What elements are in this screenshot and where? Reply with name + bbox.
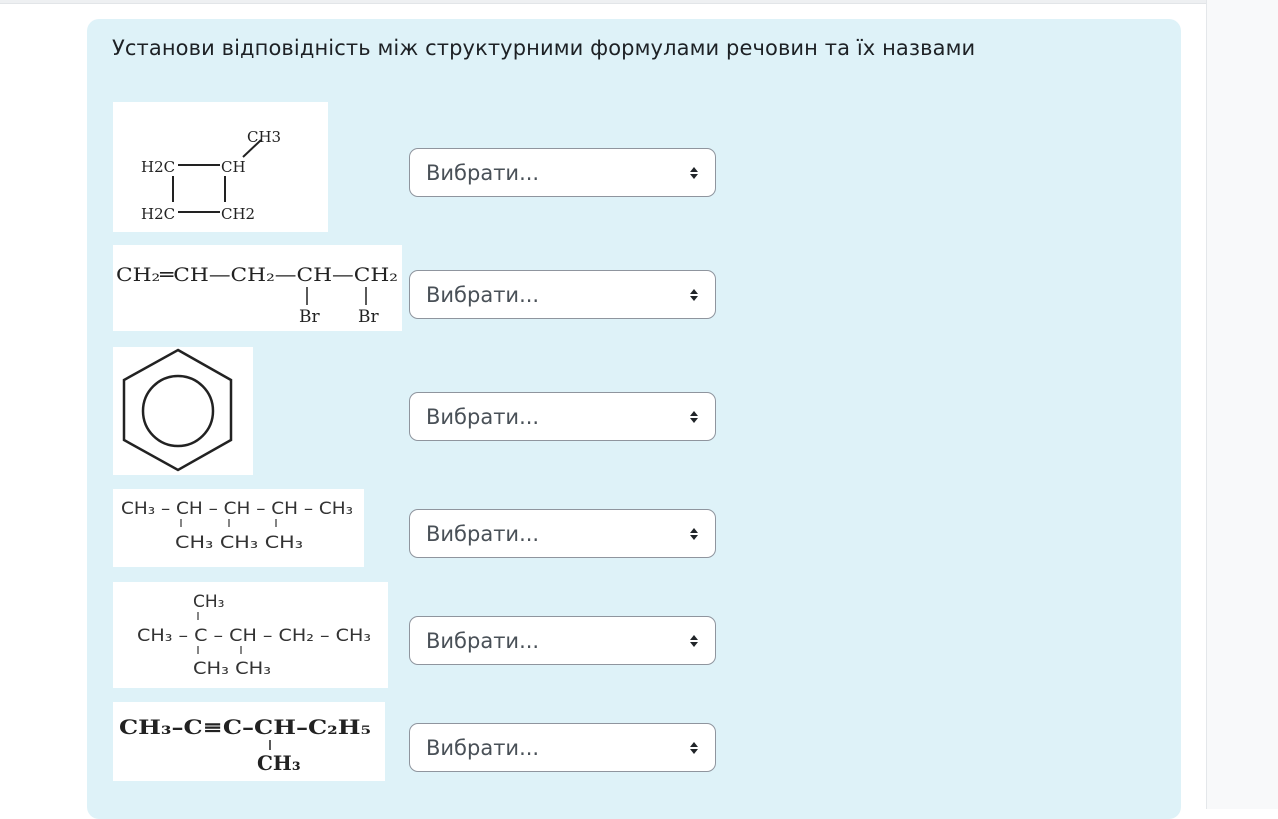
formula-4-main-chain: CH₃ – CH – CH – CH – CH₃ [121, 499, 353, 519]
formula-2-br-2: Br [358, 307, 379, 327]
select-arrows-icon [689, 741, 699, 754]
formula-1-ch2: CH2 [221, 205, 255, 223]
select-arrows-icon [689, 634, 699, 647]
formula-image-6: CH₃–C≡C–CH–C₂H₅ CH₃ [113, 702, 385, 781]
formula-image-3 [113, 347, 253, 475]
select-value: Вибрати... [426, 628, 540, 653]
answer-select-5[interactable]: Вибрати... [409, 616, 716, 665]
select-value: Вибрати... [426, 735, 540, 760]
formula-4-substituents: CH₃ CH₃ CH₃ [175, 533, 303, 553]
formula-2-chain: CH₂═CH—CH₂—CH—CH₂ [116, 264, 398, 286]
right-drawer [1206, 0, 1278, 809]
answer-select-3[interactable]: Вибрати... [409, 392, 716, 441]
formula-1-ch3: CH3 [247, 128, 281, 146]
select-arrows-icon [689, 288, 699, 301]
select-value: Вибрати... [426, 282, 540, 307]
formula-2-br-1: Br [299, 307, 320, 327]
answer-select-4[interactable]: Вибрати... [409, 509, 716, 558]
formula-6-methyl: CH₃ [257, 751, 301, 775]
formula-6-main-chain: CH₃–C≡C–CH–C₂H₅ [119, 715, 371, 739]
formula-image-4: CH₃ – CH – CH – CH – CH₃ CH₃ CH₃ CH₃ [113, 489, 364, 567]
formula-1-h2c-top: H2C [141, 158, 175, 176]
formula-image-1: CH3 H2C CH H2C CH2 [113, 102, 328, 232]
formula-1-h2c-bottom: H2C [141, 205, 175, 223]
answer-select-2[interactable]: Вибрати... [409, 270, 716, 319]
formula-5-top-methyl: CH₃ [193, 592, 224, 612]
select-value: Вибрати... [426, 521, 540, 546]
answer-select-6[interactable]: Вибрати... [409, 723, 716, 772]
select-value: Вибрати... [426, 404, 540, 429]
formula-5-main-chain: CH₃ – C – CH – CH₂ – CH₃ [137, 626, 371, 646]
formula-1-ch: CH [221, 158, 246, 176]
select-arrows-icon [689, 410, 699, 423]
formula-5-substituents: CH₃ CH₃ [193, 659, 271, 679]
formula-image-2: CH₂═CH—CH₂—CH—CH₂ Br Br [113, 245, 402, 331]
formula-image-5: CH₃ CH₃ – C – CH – CH₂ – CH₃ CH₃ CH₃ [113, 582, 388, 688]
answer-select-1[interactable]: Вибрати... [409, 148, 716, 197]
top-bar [0, 0, 1206, 4]
question-prompt: Установи відповідність між структурними … [112, 36, 976, 60]
select-arrows-icon [689, 527, 699, 540]
select-arrows-icon [689, 166, 699, 179]
select-value: Вибрати... [426, 160, 540, 185]
